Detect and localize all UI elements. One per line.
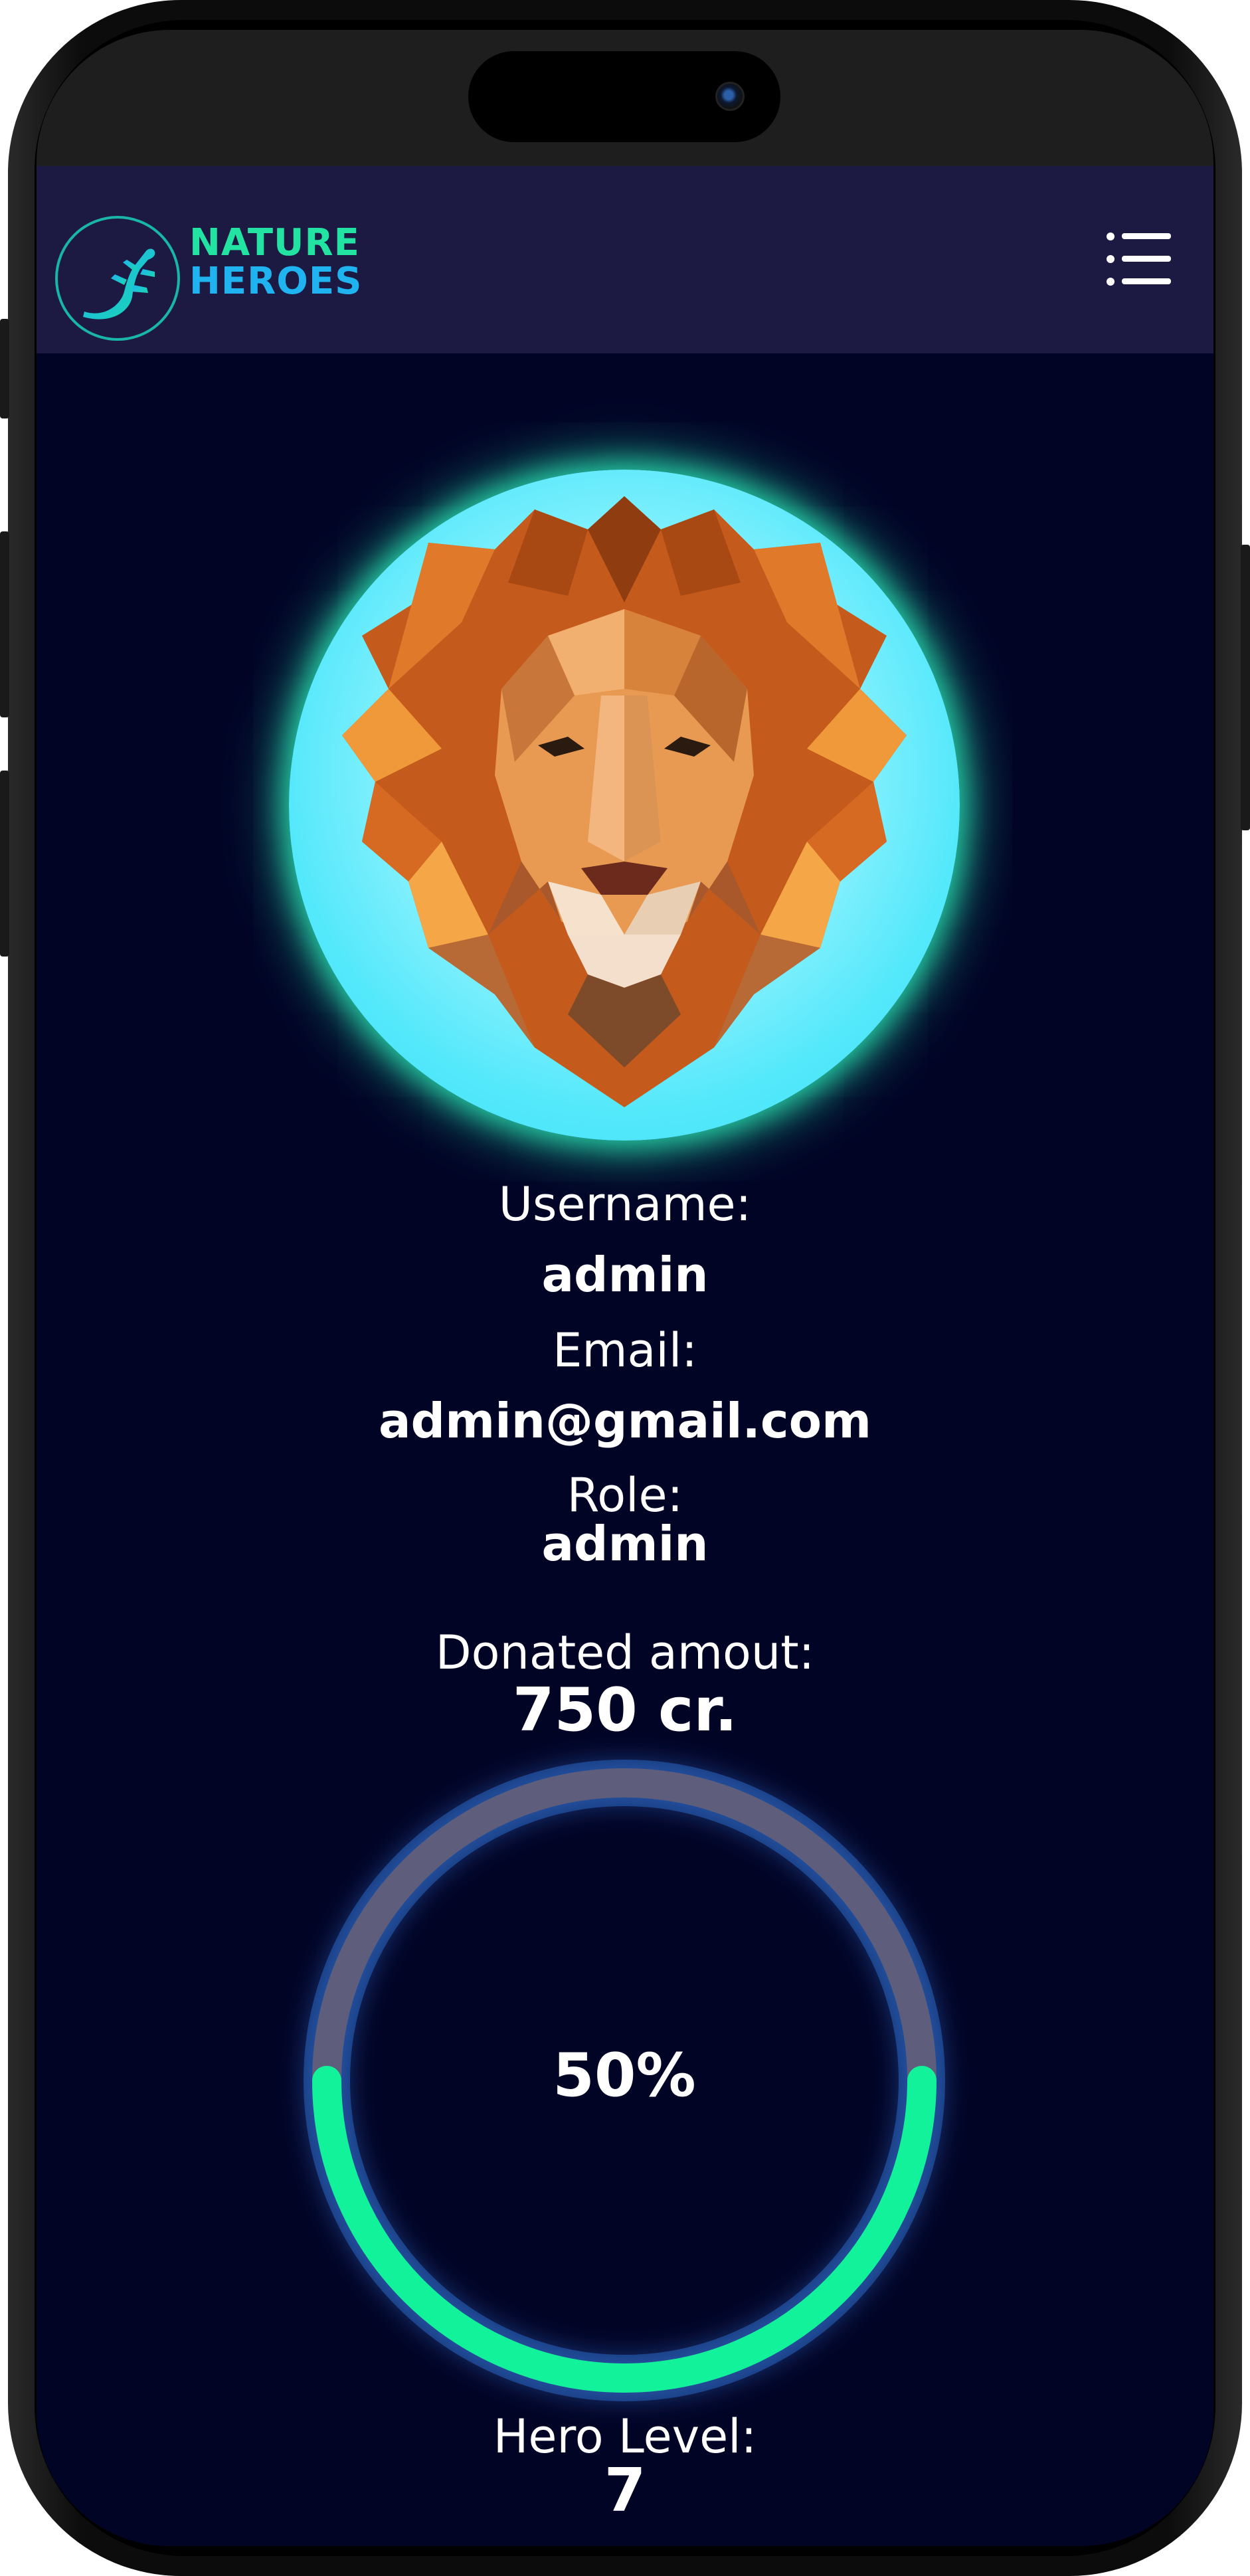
phone-side-button xyxy=(0,319,9,418)
lizard-icon xyxy=(83,248,155,320)
hero-progress-ring: 50% xyxy=(304,1760,945,2401)
list-menu-icon[interactable] xyxy=(1106,231,1172,288)
phone-power-button xyxy=(1241,545,1250,830)
username-value: admin xyxy=(541,1247,709,1303)
brand-name[interactable]: NATURE HEROES xyxy=(189,224,402,301)
brand-line-1: NATURE xyxy=(189,221,360,264)
donated-label: Donated amout: xyxy=(435,1625,815,1680)
email-label: Email: xyxy=(553,1323,697,1378)
brand-line-2: HEROES xyxy=(189,260,363,303)
profile-content: Username: admin Email: admin@gmail.com R… xyxy=(37,353,1213,2546)
email-value: admin@gmail.com xyxy=(378,1393,872,1449)
username-label: Username: xyxy=(498,1177,752,1232)
phone-volume-down xyxy=(0,771,9,957)
lion-avatar xyxy=(342,496,907,1107)
progress-percent: 50% xyxy=(553,2041,696,2110)
progress-fill xyxy=(312,2066,937,2393)
donated-value: 750 cr. xyxy=(512,1675,738,1745)
phone-screen: NATURE HEROES Username: admin Email: adm… xyxy=(37,30,1213,2546)
brand-logo[interactable] xyxy=(55,216,180,341)
status-bar xyxy=(37,30,1213,166)
phone-volume-up xyxy=(0,531,9,717)
camera-icon xyxy=(715,82,745,111)
hero-level-value: 7 xyxy=(604,2456,646,2526)
role-value: admin xyxy=(541,1516,709,1572)
avatar xyxy=(289,470,960,1141)
top-navbar: NATURE HEROES xyxy=(37,166,1213,353)
role-label: Role: xyxy=(567,1468,683,1522)
